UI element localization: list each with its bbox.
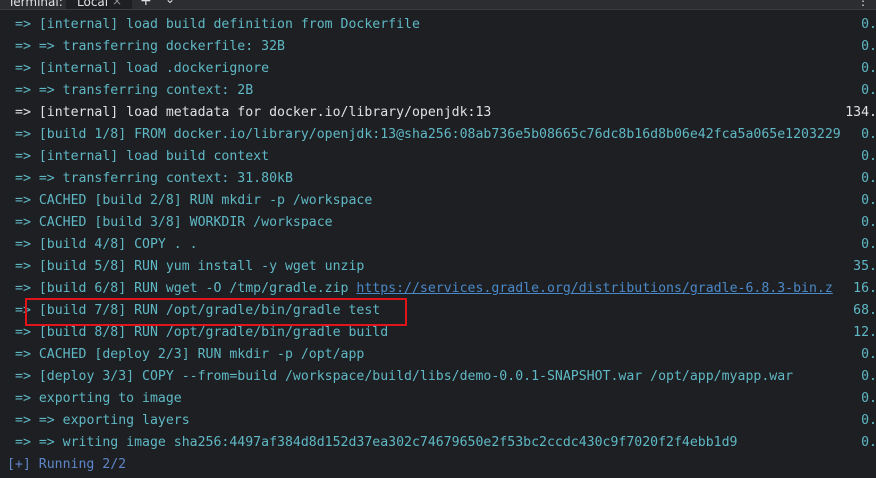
gradle-download-link[interactable]: https://services.gradle.org/distribution… bbox=[356, 281, 832, 296]
line-duration: 0. bbox=[861, 39, 876, 54]
terminal-output[interactable]: => [internal] load build definition from… bbox=[0, 14, 876, 476]
output-line: => CACHED [build 2/8] RUN mkdir -p /work… bbox=[0, 190, 876, 212]
line-text: => [internal] load build context bbox=[15, 149, 270, 164]
output-line-active: => [internal] load metadata for docker.i… bbox=[0, 102, 876, 124]
terminal-window: Terminal: Local × + ⌄ ⋮ => [internal] lo… bbox=[0, 0, 876, 478]
line-duration: 0. bbox=[861, 171, 876, 186]
line-text: => [internal] load .dockerignore bbox=[15, 61, 270, 76]
line-duration: 0. bbox=[861, 237, 876, 252]
line-duration: 68. bbox=[853, 303, 876, 318]
line-text-with-link: => [build 6/8] RUN wget -O /tmp/gradle.z… bbox=[15, 278, 833, 300]
line-text: => CACHED [build 3/8] WORKDIR /workspace bbox=[15, 215, 333, 230]
line-duration: 0. bbox=[861, 435, 876, 450]
output-line: => => transferring dockerfile: 32B 0. bbox=[0, 36, 876, 58]
line-text: => => writing image sha256:4497af384d8d1… bbox=[15, 435, 738, 450]
tab-local[interactable]: Local × bbox=[66, 0, 132, 9]
output-line: => [build 8/8] RUN /opt/gradle/bin/gradl… bbox=[0, 322, 876, 344]
running-status: [+] Running 2/2 bbox=[7, 457, 127, 472]
line-text: => => exporting layers bbox=[15, 413, 190, 428]
line-duration: 0. bbox=[861, 391, 876, 406]
output-line: => CACHED [build 3/8] WORKDIR /workspace… bbox=[0, 212, 876, 234]
line-duration: 134. bbox=[845, 105, 876, 120]
line-duration: 0. bbox=[861, 193, 876, 208]
line-duration: 0. bbox=[861, 83, 876, 98]
close-icon[interactable]: × bbox=[112, 0, 122, 8]
line-duration: 0. bbox=[861, 149, 876, 164]
output-line: => [internal] load .dockerignore 0. bbox=[0, 58, 876, 80]
add-tab-icon[interactable]: + bbox=[140, 0, 152, 9]
line-text: => [build 8/8] RUN /opt/gradle/bin/gradl… bbox=[15, 325, 389, 340]
line-text: => [build 7/8] RUN /opt/gradle/bin/gradl… bbox=[15, 303, 381, 318]
output-line: => [internal] load build definition from… bbox=[0, 14, 876, 36]
line-duration: 0. bbox=[861, 127, 876, 142]
terminal-tool-title: Terminal: bbox=[8, 0, 63, 9]
output-line: => [build 1/8] FROM docker.io/library/op… bbox=[0, 124, 876, 146]
terminal-tab-bar: Terminal: Local × + ⌄ ⋮ bbox=[0, 0, 876, 10]
output-line: => => transferring context: 31.80kB 0. bbox=[0, 168, 876, 190]
line-duration: 12. bbox=[853, 325, 876, 340]
line-duration: 0. bbox=[861, 215, 876, 230]
line-text: => [deploy 3/3] COPY --from=build /works… bbox=[15, 369, 794, 384]
line-text: => CACHED [build 2/8] RUN mkdir -p /work… bbox=[15, 193, 373, 208]
output-line: => exporting to image 0. bbox=[0, 388, 876, 410]
output-line: => [build 5/8] RUN yum install -y wget u… bbox=[0, 256, 876, 278]
line-text: => => transferring context: 2B bbox=[15, 83, 254, 98]
output-line: => [internal] load build context 0. bbox=[0, 146, 876, 168]
output-line: => => exporting layers 0. bbox=[0, 410, 876, 432]
line-text: => => transferring context: 31.80kB bbox=[15, 171, 293, 186]
output-line: => => transferring context: 2B 0. bbox=[0, 80, 876, 102]
line-duration: 16. bbox=[853, 281, 876, 296]
line-text: => CACHED [deploy 2/3] RUN mkdir -p /opt… bbox=[15, 347, 365, 362]
output-line-highlighted: => [build 7/8] RUN /opt/gradle/bin/gradl… bbox=[0, 300, 876, 322]
line-text: => [build 6/8] RUN wget -O /tmp/gradle.z… bbox=[15, 281, 357, 296]
line-text: => [internal] load build definition from… bbox=[15, 17, 420, 32]
more-options-icon[interactable]: ⋮ bbox=[857, 0, 869, 8]
output-line: => => writing image sha256:4497af384d8d1… bbox=[0, 432, 876, 454]
line-text: => [internal] load metadata for docker.i… bbox=[15, 105, 492, 120]
output-line: => CACHED [deploy 2/3] RUN mkdir -p /opt… bbox=[0, 344, 876, 366]
output-line: => [build 4/8] COPY . . 0. bbox=[0, 234, 876, 256]
output-line: => [build 6/8] RUN wget -O /tmp/gradle.z… bbox=[0, 278, 876, 300]
line-duration: 35. bbox=[853, 259, 876, 274]
line-duration: 0. bbox=[861, 369, 876, 384]
line-duration: 0. bbox=[861, 17, 876, 32]
line-text: => [build 1/8] FROM docker.io/library/op… bbox=[15, 127, 841, 142]
line-text: => exporting to image bbox=[15, 391, 182, 406]
chevron-down-icon[interactable]: ⌄ bbox=[165, 0, 175, 6]
tab-local-label: Local bbox=[77, 0, 109, 9]
line-text: => [build 5/8] RUN yum install -y wget u… bbox=[15, 259, 365, 274]
running-status-line: [+] Running 2/2 bbox=[0, 454, 876, 476]
line-text: => [build 4/8] COPY . . bbox=[15, 237, 198, 252]
output-line: => [deploy 3/3] COPY --from=build /works… bbox=[0, 366, 876, 388]
line-duration: 0. bbox=[861, 413, 876, 428]
line-text: => => transferring dockerfile: 32B bbox=[15, 39, 285, 54]
line-duration: 0. bbox=[861, 61, 876, 76]
line-duration: 0. bbox=[861, 347, 876, 362]
